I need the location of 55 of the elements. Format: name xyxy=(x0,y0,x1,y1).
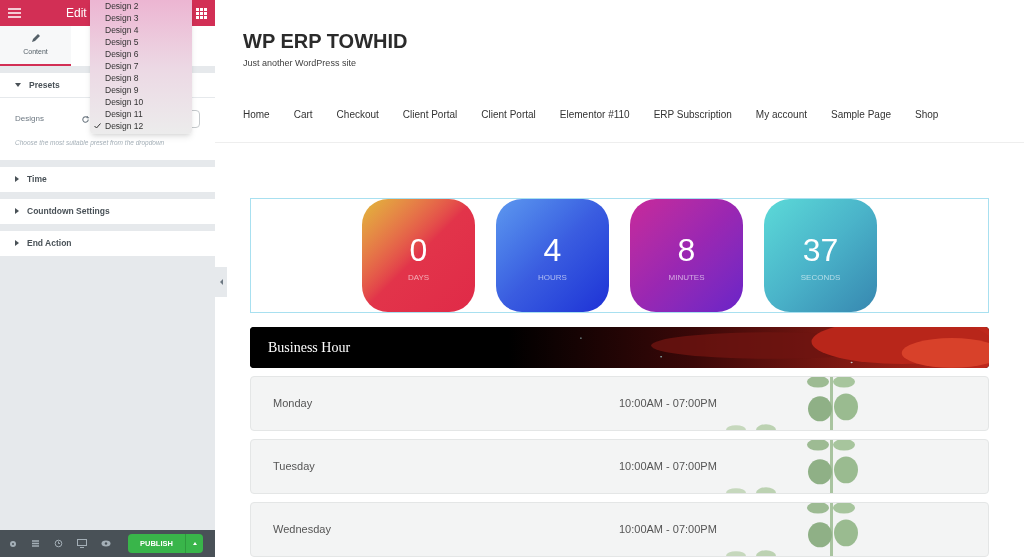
settings-icon[interactable] xyxy=(9,539,17,548)
pencil-icon xyxy=(30,32,41,43)
day-label: Tuesday xyxy=(273,459,316,475)
section-header[interactable]: End Action xyxy=(0,230,215,256)
nav-link[interactable]: Checkout xyxy=(336,106,379,122)
layers-icon[interactable] xyxy=(31,539,40,548)
site-title[interactable]: WP ERP TOWHID xyxy=(243,31,1024,51)
dropdown-item[interactable]: Design 9 xyxy=(90,84,192,96)
nav-link[interactable]: Client Portal xyxy=(481,106,536,122)
section-header[interactable]: Countdown Settings xyxy=(0,198,215,224)
dropdown-item[interactable]: Design 6 xyxy=(90,48,192,60)
dropdown-item[interactable]: Design 5 xyxy=(90,36,192,48)
section-header[interactable]: Time xyxy=(0,166,215,192)
nav-link[interactable]: ERP Subscription xyxy=(653,106,732,122)
countdown-unit: HOURS xyxy=(538,272,567,284)
countdown-unit: SECONDS xyxy=(800,272,841,284)
history-icon[interactable] xyxy=(54,539,63,548)
hours-text: 10:00AM - 07:00PM xyxy=(619,459,717,475)
day-label: Monday xyxy=(273,396,314,412)
nav-link[interactable]: Cart xyxy=(293,106,313,122)
nav-link[interactable]: Shop xyxy=(915,106,939,122)
dropdown-item[interactable]: Design 12 xyxy=(90,120,192,132)
refresh-icon[interactable] xyxy=(81,114,90,124)
nav-link[interactable]: Client Portal xyxy=(402,106,458,122)
business-hour-title: Business Hour xyxy=(268,338,351,357)
countdown-unit: DAYS xyxy=(407,272,430,284)
nav-link[interactable]: Elementor #110 xyxy=(559,106,630,122)
hours-text: 10:00AM - 07:00PM xyxy=(619,396,717,412)
dropdown-item[interactable]: Design 4 xyxy=(90,24,192,36)
countdown-value: 4 xyxy=(543,234,562,266)
countdown-value: 8 xyxy=(677,234,696,266)
dropdown-item[interactable]: Design 3 xyxy=(90,12,192,24)
nav-link[interactable]: Sample Page xyxy=(831,106,892,122)
day-label: Wednesday xyxy=(273,522,332,538)
editor-title: Edit xyxy=(66,5,87,22)
menu-icon[interactable] xyxy=(8,8,21,18)
dropdown-item[interactable]: Design 7 xyxy=(90,60,192,72)
countdown-unit: MINUTES xyxy=(668,272,705,284)
desktop-icon[interactable] xyxy=(77,539,87,548)
dropdown-item[interactable]: Design 11 xyxy=(90,108,192,120)
nav-link[interactable]: My account xyxy=(755,106,807,122)
site-tagline: Just another WordPress site xyxy=(243,57,357,70)
countdown-value: 37 xyxy=(802,234,839,266)
publish-options-button[interactable] xyxy=(185,534,203,553)
collapse-handle[interactable] xyxy=(215,267,227,297)
field-label: Designs xyxy=(15,113,44,125)
dropdown-item[interactable]: Design 2 xyxy=(90,0,192,12)
hours-text: 10:00AM - 07:00PM xyxy=(619,522,717,538)
grid-icon[interactable] xyxy=(196,7,207,19)
nav-link[interactable]: Home xyxy=(243,106,270,122)
countdown-value: 0 xyxy=(409,234,428,266)
dropdown-item[interactable]: Design 8 xyxy=(90,72,192,84)
eye-icon[interactable] xyxy=(101,540,111,547)
check-icon xyxy=(94,122,101,129)
dropdown-item[interactable]: Design 10 xyxy=(90,96,192,108)
